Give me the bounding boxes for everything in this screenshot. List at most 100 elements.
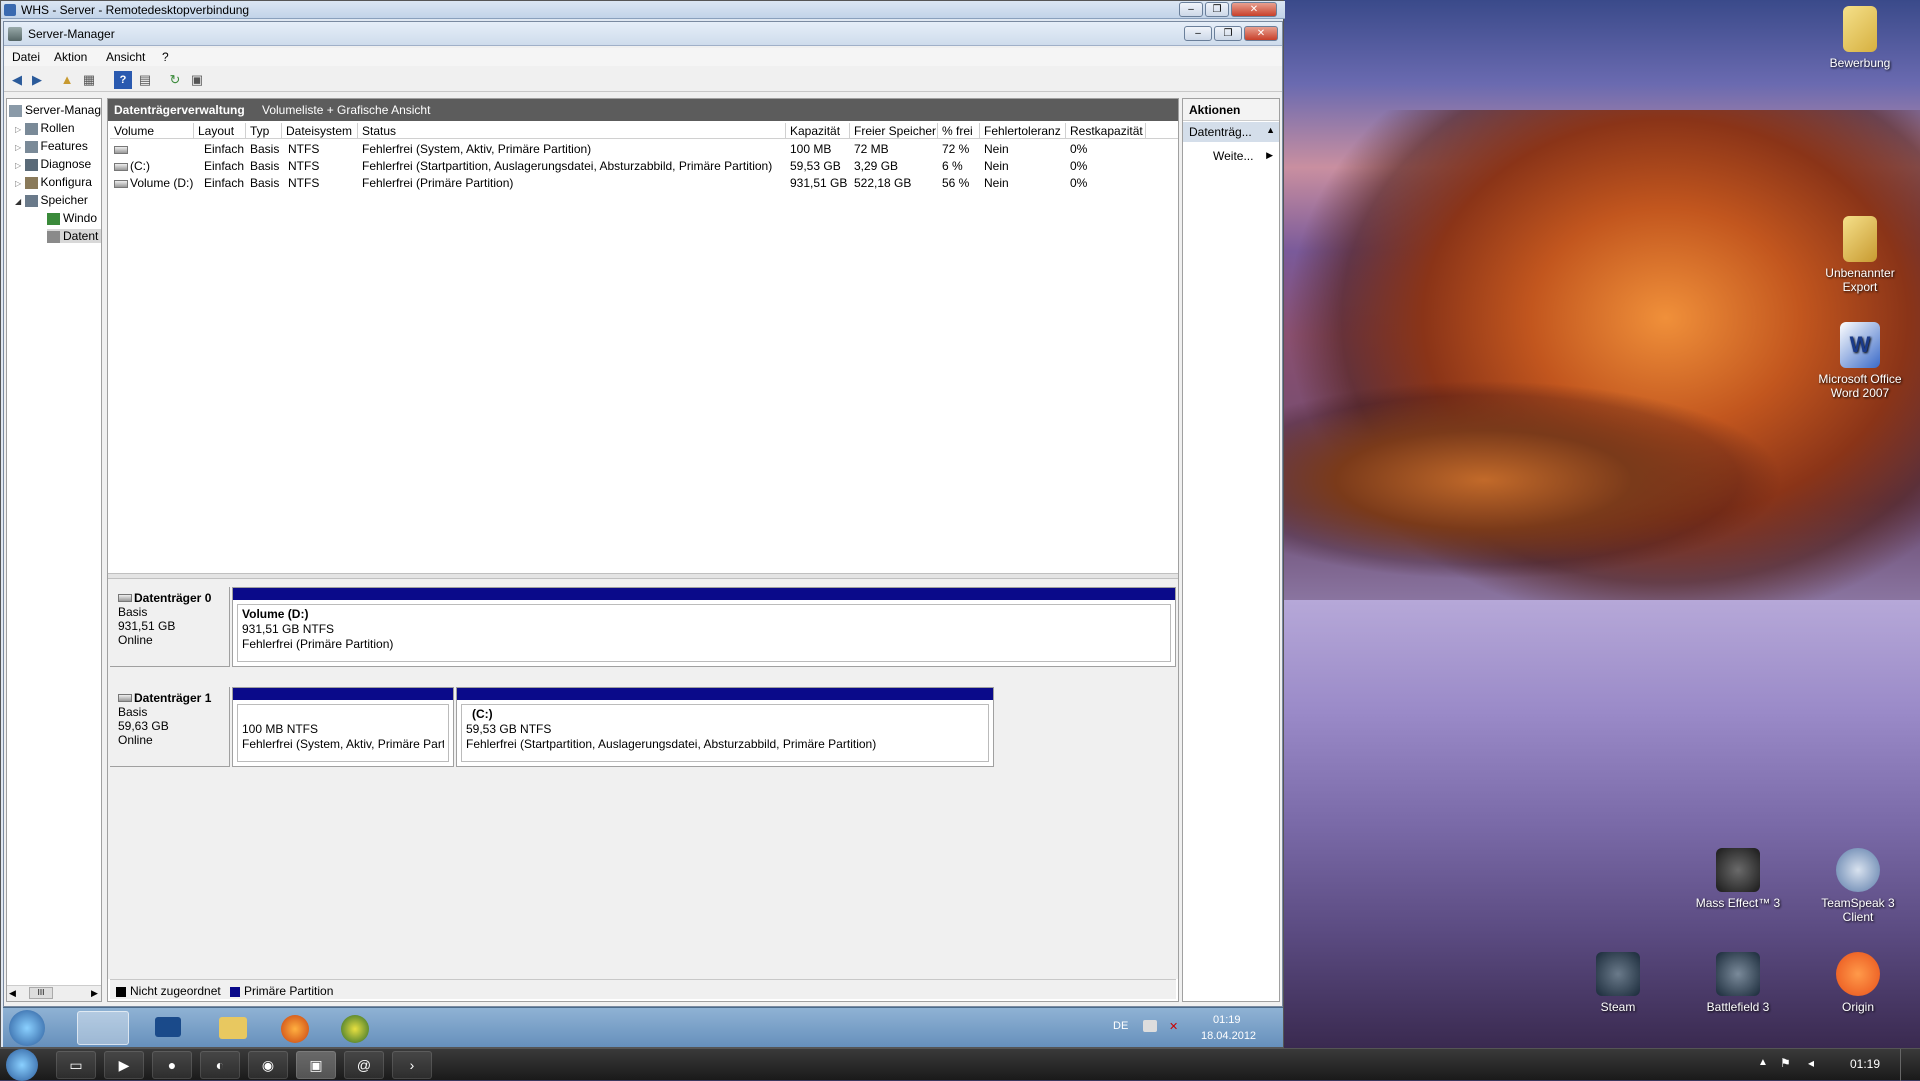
col-typ[interactable]: Typ [246, 123, 282, 139]
view-icon[interactable]: ▤ [136, 71, 154, 89]
desktop-icon-word[interactable]: W Microsoft Office Word 2007 [1810, 322, 1910, 400]
col-kapazitaet[interactable]: Kapazität [786, 123, 850, 139]
menu-aktion[interactable]: Aktion [54, 50, 87, 64]
desktop-icon-origin[interactable]: Origin [1808, 952, 1908, 1014]
taskbar-powershell-icon[interactable]: › [392, 1051, 432, 1079]
menu-ansicht[interactable]: Ansicht [106, 50, 145, 64]
volume-row[interactable]: Einfach Basis NTFS Fehlerfrei (System, A… [110, 141, 1178, 158]
taskbar-firefox-icon[interactable]: ◉ [248, 1051, 288, 1079]
col-layout[interactable]: Layout [194, 123, 246, 139]
disk-1-label[interactable]: Datenträger 1 Basis 59,63 GB Online [110, 687, 230, 767]
scroll-right-icon[interactable]: ▶ [91, 988, 98, 999]
taskbar-app-icon[interactable]: ● [152, 1051, 192, 1079]
col-freier-speicher[interactable]: Freier Speicher [850, 123, 938, 139]
show-hide-tree-icon[interactable]: ▦ [80, 71, 98, 89]
tree-item-datentraegerverwaltung[interactable]: Datent [47, 229, 101, 243]
volume-row[interactable]: (C:) Einfach Basis NTFS Fehlerfrei (Star… [110, 158, 1178, 175]
partition-d[interactable]: Volume (D:) 931,51 GB NTFS Fehlerfrei (P… [232, 587, 1176, 667]
taskbar-mail-icon[interactable]: @ [344, 1051, 384, 1079]
desktop-icon-unbenannter-export[interactable]: Unbenannter Export [1810, 216, 1910, 294]
collapse-up-icon[interactable]: ▲ [1266, 125, 1275, 135]
actions-section-datentraeger[interactable]: Datenträg... ▲ [1183, 122, 1279, 142]
rdp-minimize-button[interactable]: – [1179, 2, 1203, 17]
up-folder-icon[interactable]: ▲ [58, 71, 76, 89]
desktop-icon-steam[interactable]: Steam [1568, 952, 1668, 1014]
volume-list-header: Volume Layout Typ Dateisystem Status Kap… [110, 123, 1178, 139]
remote-clock-date[interactable]: 18.04.2012 [1201, 1030, 1256, 1042]
expand-arrow-icon[interactable]: ▷ [15, 143, 21, 152]
tree-item-konfiguration[interactable]: ▷ Konfigura [15, 175, 107, 189]
rdp-close-button[interactable]: ✕ [1231, 2, 1277, 17]
show-hidden-icons[interactable]: ▲ [1758, 1057, 1768, 1068]
back-arrow-icon[interactable]: ◀ [8, 71, 26, 89]
tree-item-server-manager[interactable]: Server-Manag [9, 103, 101, 117]
help-icon[interactable]: ? [114, 71, 132, 89]
disk-0-label[interactable]: Datenträger 0 Basis 931,51 GB Online [110, 587, 230, 667]
taskbar-media-player-icon[interactable]: ▶ [104, 1051, 144, 1079]
speaker-icon[interactable]: ◂ [1808, 1056, 1814, 1070]
taskbar-firefox-icon[interactable] [269, 1011, 321, 1045]
scroll-thumb[interactable]: III [29, 987, 53, 999]
tree-item-rollen[interactable]: ▷ Rollen [15, 121, 107, 135]
tree-item-speicher[interactable]: ◢ Speicher [15, 193, 107, 207]
menu-help[interactable]: ? [162, 50, 169, 64]
partition-c[interactable]: (C:) 59,53 GB NTFS Fehlerfrei (Startpart… [456, 687, 994, 767]
folder-icon [1843, 216, 1877, 262]
properties-icon[interactable]: ▣ [188, 71, 206, 89]
col-fehlertoleranz[interactable]: Fehlertoleranz [980, 123, 1066, 139]
host-clock-time[interactable]: 01:19 [1850, 1057, 1880, 1071]
desktop-icon-mass-effect[interactable]: Mass Effect™ 3 [1688, 848, 1788, 910]
col-volume[interactable]: Volume [110, 123, 194, 139]
cell-volume: (C:) [130, 159, 150, 173]
disk-icon [118, 694, 132, 702]
remote-start-button[interactable] [9, 1010, 45, 1046]
volume-drive-icon [114, 180, 128, 188]
taskbar-explorer-icon[interactable] [207, 1011, 259, 1045]
sm-titlebar: Server-Manager – ❐ ✕ [4, 22, 1282, 46]
taskbar-app-icon[interactable] [329, 1011, 381, 1045]
tree-horizontal-scrollbar[interactable]: ◀ III ▶ [7, 985, 101, 1001]
sm-restore-button[interactable]: ❐ [1214, 26, 1242, 41]
submenu-arrow-icon: ▶ [1266, 150, 1273, 160]
menu-datei[interactable]: Datei [12, 50, 40, 64]
col-restkapazitaet[interactable]: Restkapazität [1066, 123, 1146, 139]
taskbar-server-manager[interactable] [77, 1011, 129, 1045]
action-center-flag-icon[interactable]: ⚑ [1780, 1056, 1791, 1070]
collapse-arrow-icon[interactable]: ◢ [15, 197, 21, 206]
remote-clock-time[interactable]: 01:19 [1213, 1014, 1241, 1026]
legend-primary: Primäre Partition [230, 984, 333, 998]
network-icon[interactable] [1143, 1020, 1157, 1032]
tree-item-diagnose[interactable]: ▷ Diagnose [15, 157, 107, 171]
col-prozent-frei[interactable]: % frei [938, 123, 980, 139]
teamspeak-icon [1836, 848, 1880, 892]
actions-more[interactable]: Weite... ▶ [1183, 146, 1279, 166]
col-dateisystem[interactable]: Dateisystem [282, 123, 358, 139]
tree-item-features[interactable]: ▷ Features [15, 139, 107, 153]
volume-muted-icon[interactable]: ✕ [1169, 1020, 1181, 1033]
show-desktop-button[interactable] [1900, 1049, 1920, 1081]
expand-arrow-icon[interactable]: ▷ [15, 125, 21, 134]
col-status[interactable]: Status [358, 123, 786, 139]
expand-arrow-icon[interactable]: ▷ [15, 161, 21, 170]
desktop-icon-bewerbung[interactable]: Bewerbung [1810, 6, 1910, 70]
refresh-icon[interactable]: ↻ [166, 71, 184, 89]
expand-arrow-icon[interactable]: ▷ [15, 179, 21, 188]
forward-arrow-icon[interactable]: ▶ [28, 71, 46, 89]
desktop-icon-teamspeak[interactable]: TeamSpeak 3 Client [1808, 848, 1908, 924]
taskbar-explorer-icon[interactable]: ▭ [56, 1051, 96, 1079]
taskbar-powershell-icon[interactable] [143, 1011, 195, 1045]
start-button[interactable] [6, 1049, 38, 1081]
remote-language-indicator[interactable]: DE [1113, 1020, 1128, 1032]
cell-rest: 0% [1070, 176, 1088, 190]
volume-row[interactable]: Volume (D:) Einfach Basis NTFS Fehlerfre… [110, 175, 1178, 192]
taskbar-teamspeak-icon[interactable]: ◐ [200, 1051, 240, 1079]
taskbar-rdp-icon[interactable]: ▣ [296, 1051, 336, 1079]
desktop-icon-battlefield[interactable]: Battlefield 3 [1688, 952, 1788, 1014]
sm-minimize-button[interactable]: – [1184, 26, 1212, 41]
scroll-left-icon[interactable]: ◀ [9, 988, 16, 999]
tree-item-windows-backup[interactable]: Windo [47, 211, 101, 225]
cell-rest: 0% [1070, 142, 1088, 156]
rdp-restore-button[interactable]: ❐ [1205, 2, 1229, 17]
partition-system-reserved[interactable]: 100 MB NTFS Fehlerfrei (System, Aktiv, P… [232, 687, 454, 767]
sm-close-button[interactable]: ✕ [1244, 26, 1278, 41]
